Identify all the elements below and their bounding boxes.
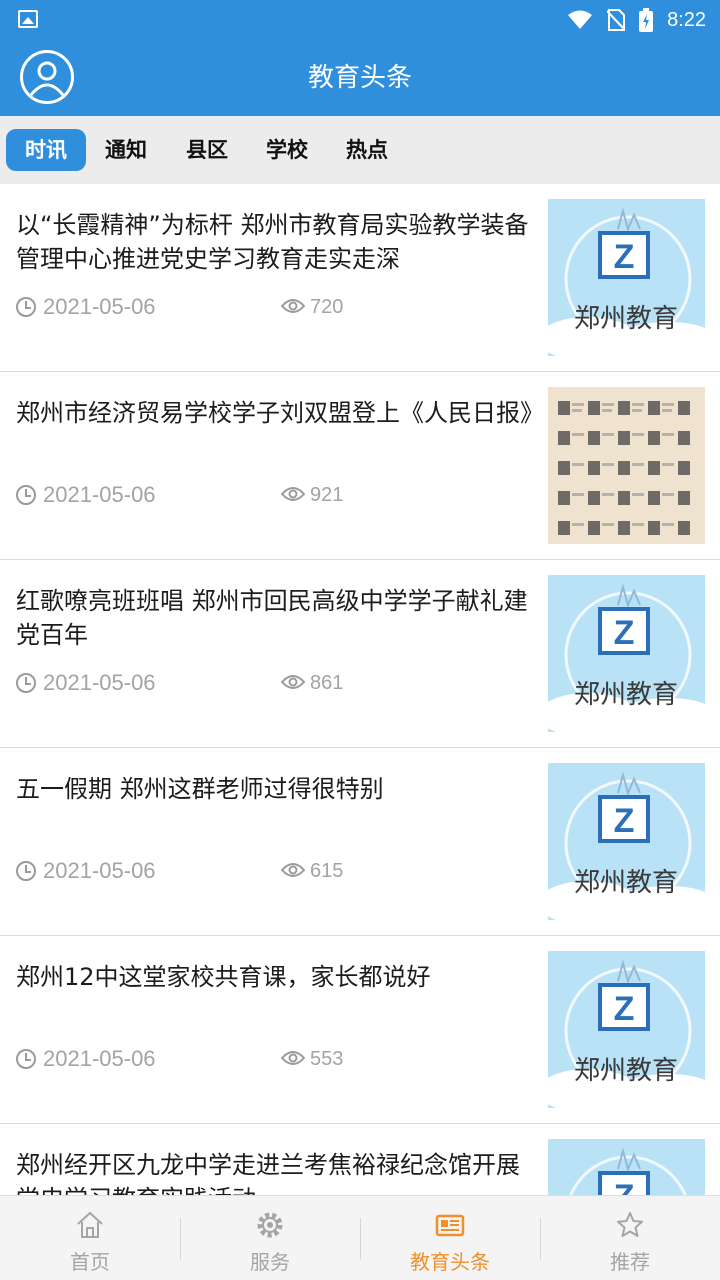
article-meta: 2021-05-06 720 [16,292,542,322]
article-title: 以“长霞精神”为标杆 郑州市教育局实验教学装备管理中心推进党史学习教育走实走深 [16,211,529,273]
article-date: 2021-05-06 [43,858,156,883]
article-date: 2021-05-06 [43,294,156,319]
bottom-nav: 首页 服务 教育头条 推荐 [0,1195,720,1280]
svg-text:Z: Z [614,802,635,840]
nav-service-label: 服务 [250,1250,290,1274]
tab-shixun[interactable]: 时讯 [6,129,86,171]
wifi-icon [568,10,593,29]
article-item[interactable]: 以“长霞精神”为标杆 郑州市教育局实验教学装备管理中心推进党史学习教育走实走深 … [0,184,720,372]
nav-recommend-label: 推荐 [610,1250,650,1274]
page-title: 教育头条 [307,63,412,93]
article-list: 以“长霞精神”为标杆 郑州市教育局实验教学装备管理中心推进党史学习教育走实走深 … [0,184,720,1195]
tab-xuexiao[interactable]: 学校 [248,129,326,171]
tab-tongzhi[interactable]: 通知 [88,129,164,171]
article-item[interactable]: 红歌嘹亮班班唱 郑州市回民高级中学学子献礼建党百年 2021-05-06 861… [0,560,720,748]
article-thumbnail: Z [548,1139,705,1195]
article-meta: 2021-05-06 553 [16,1044,542,1074]
eye-icon [281,299,305,313]
svg-text:Z: Z [614,614,635,652]
gear-icon [257,1212,283,1238]
svg-text:郑州教育: 郑州教育 [574,868,678,898]
article-views: 615 [310,860,344,882]
article-views: 861 [310,672,344,694]
nav-headlines[interactable]: 教育头条 [360,1196,540,1280]
article-thumbnail: Z 郑州教育 [548,763,705,920]
article-meta: 2021-05-06 921 [16,480,542,510]
star-icon [617,1212,643,1237]
svg-text:郑州教育: 郑州教育 [574,304,678,334]
article-date: 2021-05-06 [43,1046,156,1071]
clock-icon [16,673,36,693]
home-icon [77,1211,103,1238]
article-views: 553 [310,1048,344,1070]
svg-text:郑州教育: 郑州教育 [574,680,678,710]
article-thumbnail: Z 郑州教育 [548,951,705,1108]
app-header: 教育头条 [0,40,720,116]
tab-redian[interactable]: 热点 [328,129,406,171]
article-thumbnail: Z 郑州教育 [548,575,705,732]
nav-home[interactable]: 首页 [0,1196,180,1280]
nav-home-label: 首页 [70,1250,110,1274]
article-title: 五一假期 郑州这群老师过得很特别 [16,775,384,803]
category-tabs: 时讯 通知 县区 学校 热点 [0,116,720,184]
article-item[interactable]: 郑州12中这堂家校共育课，家长都说好 2021-05-06 553 Z 郑州教育 [0,936,720,1124]
article-date: 2021-05-06 [43,670,156,695]
clock-icon [16,297,36,317]
eye-icon [281,487,305,501]
eye-icon [281,1051,305,1065]
eye-icon [281,863,305,877]
clock-icon [16,1049,36,1069]
status-time: 8:22 [667,8,706,31]
article-meta: 2021-05-06 615 [16,856,542,886]
newspaper-icon [435,1214,465,1237]
article-date: 2021-05-06 [43,482,156,507]
article-views: 720 [310,296,344,318]
article-title: 郑州市经济贸易学校学子刘双盟登上《人民日报》 [16,399,544,427]
svg-text:郑州教育: 郑州教育 [574,1056,678,1086]
article-views: 921 [310,484,344,506]
article-meta: 2021-05-06 861 [16,668,542,698]
svg-text:Z: Z [614,1178,635,1195]
article-thumbnail: Z 郑州教育 [548,199,705,356]
nav-recommend[interactable]: 推荐 [540,1196,720,1280]
battery-charging-icon [639,8,654,32]
tab-xianqu[interactable]: 县区 [168,129,246,171]
article-title: 郑州12中这堂家校共育课，家长都说好 [16,963,431,991]
svg-text:Z: Z [614,238,635,276]
no-sim-icon [607,9,626,31]
nav-headlines-label: 教育头条 [410,1250,490,1274]
nav-service[interactable]: 服务 [180,1196,360,1280]
newspaper-thumbnail [548,387,705,544]
article-title: 红歌嘹亮班班唱 郑州市回民高级中学学子献礼建党百年 [16,587,528,649]
status-bar: 8:22 [0,0,720,40]
eye-icon [281,675,305,689]
article-title: 郑州经开区九龙中学走进兰考焦裕禄纪念馆开展党史学习教育实践活动 [16,1151,520,1195]
svg-text:Z: Z [614,990,635,1028]
clock-icon [16,485,36,505]
gallery-icon [18,10,38,28]
article-item[interactable]: 五一假期 郑州这群老师过得很特别 2021-05-06 615 Z 郑州教育 [0,748,720,936]
article-item[interactable]: 郑州市经济贸易学校学子刘双盟登上《人民日报》 2021-05-06 921 [0,372,720,560]
article-item[interactable]: 郑州经开区九龙中学走进兰考焦裕禄纪念馆开展党史学习教育实践活动 Z [0,1124,720,1195]
clock-icon [16,861,36,881]
